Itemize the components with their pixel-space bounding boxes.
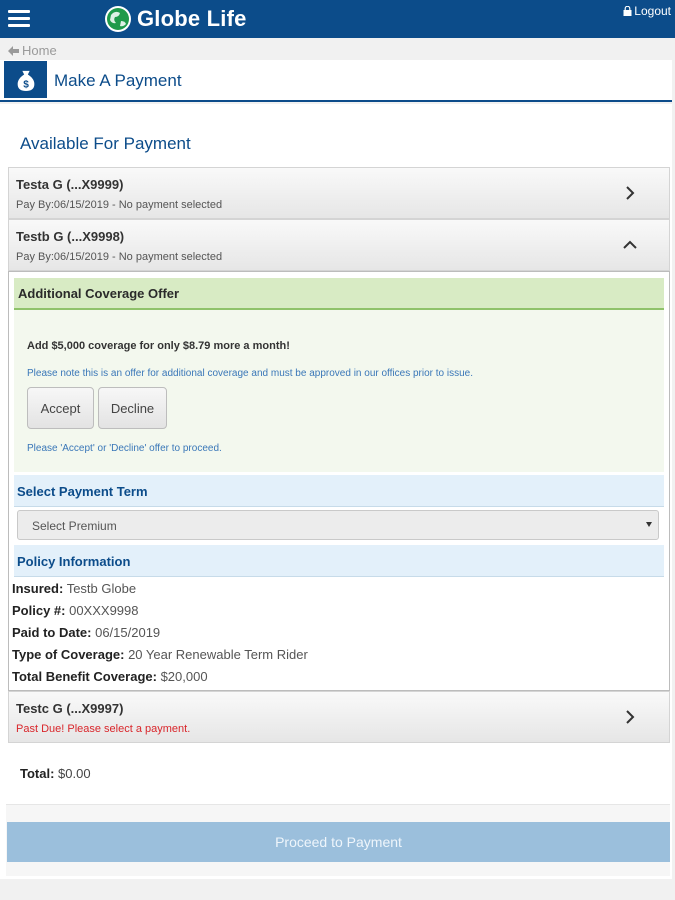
section-title: Available For Payment [20, 134, 191, 153]
caret-down-icon [646, 522, 652, 527]
menu-icon[interactable] [8, 10, 30, 28]
info-coverage-type: Type of Coverage: 20 Year Renewable Term… [12, 647, 308, 662]
money-bag-icon: $ [4, 61, 47, 98]
logout-label: Logout [634, 4, 671, 18]
globe-life-logo[interactable]: Globe Life [104, 5, 247, 33]
decline-button[interactable]: Decline [98, 387, 167, 429]
offer-prompt: Please 'Accept' or 'Decline' offer to pr… [27, 443, 222, 454]
page-header: $ Make A Payment [0, 60, 672, 102]
chevron-right-icon [626, 710, 635, 724]
offer-text: Add $5,000 coverage for only $8.79 more … [27, 340, 290, 352]
breadcrumb-home[interactable]: Home [8, 43, 57, 58]
coverage-offer: Additional Coverage Offer Add $5,000 cov… [14, 278, 664, 472]
accept-button[interactable]: Accept [27, 387, 94, 429]
info-value: $20,000 [160, 669, 208, 684]
info-paid-to-date: Paid to Date: 06/15/2019 [12, 625, 160, 640]
lock-icon [623, 6, 632, 16]
info-label: Type of Coverage: [12, 647, 125, 662]
breadcrumb-label: Home [22, 43, 57, 58]
payment-term-select[interactable]: Select Premium [17, 510, 659, 540]
total-amount: Total: $0.00 [20, 766, 91, 781]
info-value: 06/15/2019 [95, 625, 161, 640]
policy-accordion-testc[interactable]: Testc G (...X9997) Past Due! Please sele… [8, 691, 670, 743]
proceed-to-payment-button[interactable]: Proceed to Payment [7, 822, 670, 862]
policy-name: Testc G (...X9997) [16, 701, 124, 716]
policy-status: Pay By:06/15/2019 - No payment selected [16, 251, 223, 263]
arrow-left-icon [8, 45, 19, 56]
info-label: Paid to Date: [12, 625, 92, 640]
info-value: 20 Year Renewable Term Rider [128, 647, 308, 662]
info-value: Testb Globe [66, 581, 137, 596]
globe-icon [105, 6, 131, 32]
policy-name: Testb G (...X9998) [16, 229, 125, 244]
proceed-container: Proceed to Payment [6, 804, 670, 876]
page-title: Make A Payment [54, 71, 182, 90]
info-policy-number: Policy #: 00XXX9998 [12, 603, 139, 618]
policy-accordion-testa[interactable]: Testa G (...X9999) Pay By:06/15/2019 - N… [8, 167, 670, 219]
info-label: Total Benefit Coverage: [12, 669, 157, 684]
policy-status: Pay By:06/15/2019 - No payment selected [16, 199, 223, 211]
info-label: Policy #: [12, 603, 66, 618]
payment-term-heading: Select Payment Term [14, 475, 664, 507]
info-label: Insured: [12, 581, 64, 596]
brand-name: Globe Life [137, 6, 247, 31]
offer-heading: Additional Coverage Offer [14, 278, 664, 310]
offer-note: Please note this is an offer for additio… [27, 368, 474, 379]
policy-name: Testa G (...X9999) [16, 177, 124, 192]
logout-link[interactable]: Logout [623, 4, 671, 18]
chevron-up-icon [623, 240, 637, 249]
info-total-benefit: Total Benefit Coverage: $20,000 [12, 669, 208, 684]
policy-accordion-testb[interactable]: Testb G (...X9998) Pay By:06/15/2019 - N… [8, 219, 670, 271]
chevron-right-icon [626, 186, 635, 200]
total-label: Total: [20, 766, 55, 781]
info-insured: Insured: Testb Globe [12, 581, 136, 596]
top-bar: Globe Life Logout [0, 0, 675, 38]
past-due-status: Past Due! Please select a payment. [16, 723, 191, 735]
select-value: Select Premium [32, 519, 117, 533]
policy-detail-panel: Additional Coverage Offer Add $5,000 cov… [8, 271, 670, 691]
info-value: 00XXX9998 [69, 603, 139, 618]
svg-text:$: $ [23, 79, 29, 90]
policy-info-heading: Policy Information [14, 545, 664, 577]
total-value: $0.00 [58, 766, 91, 781]
